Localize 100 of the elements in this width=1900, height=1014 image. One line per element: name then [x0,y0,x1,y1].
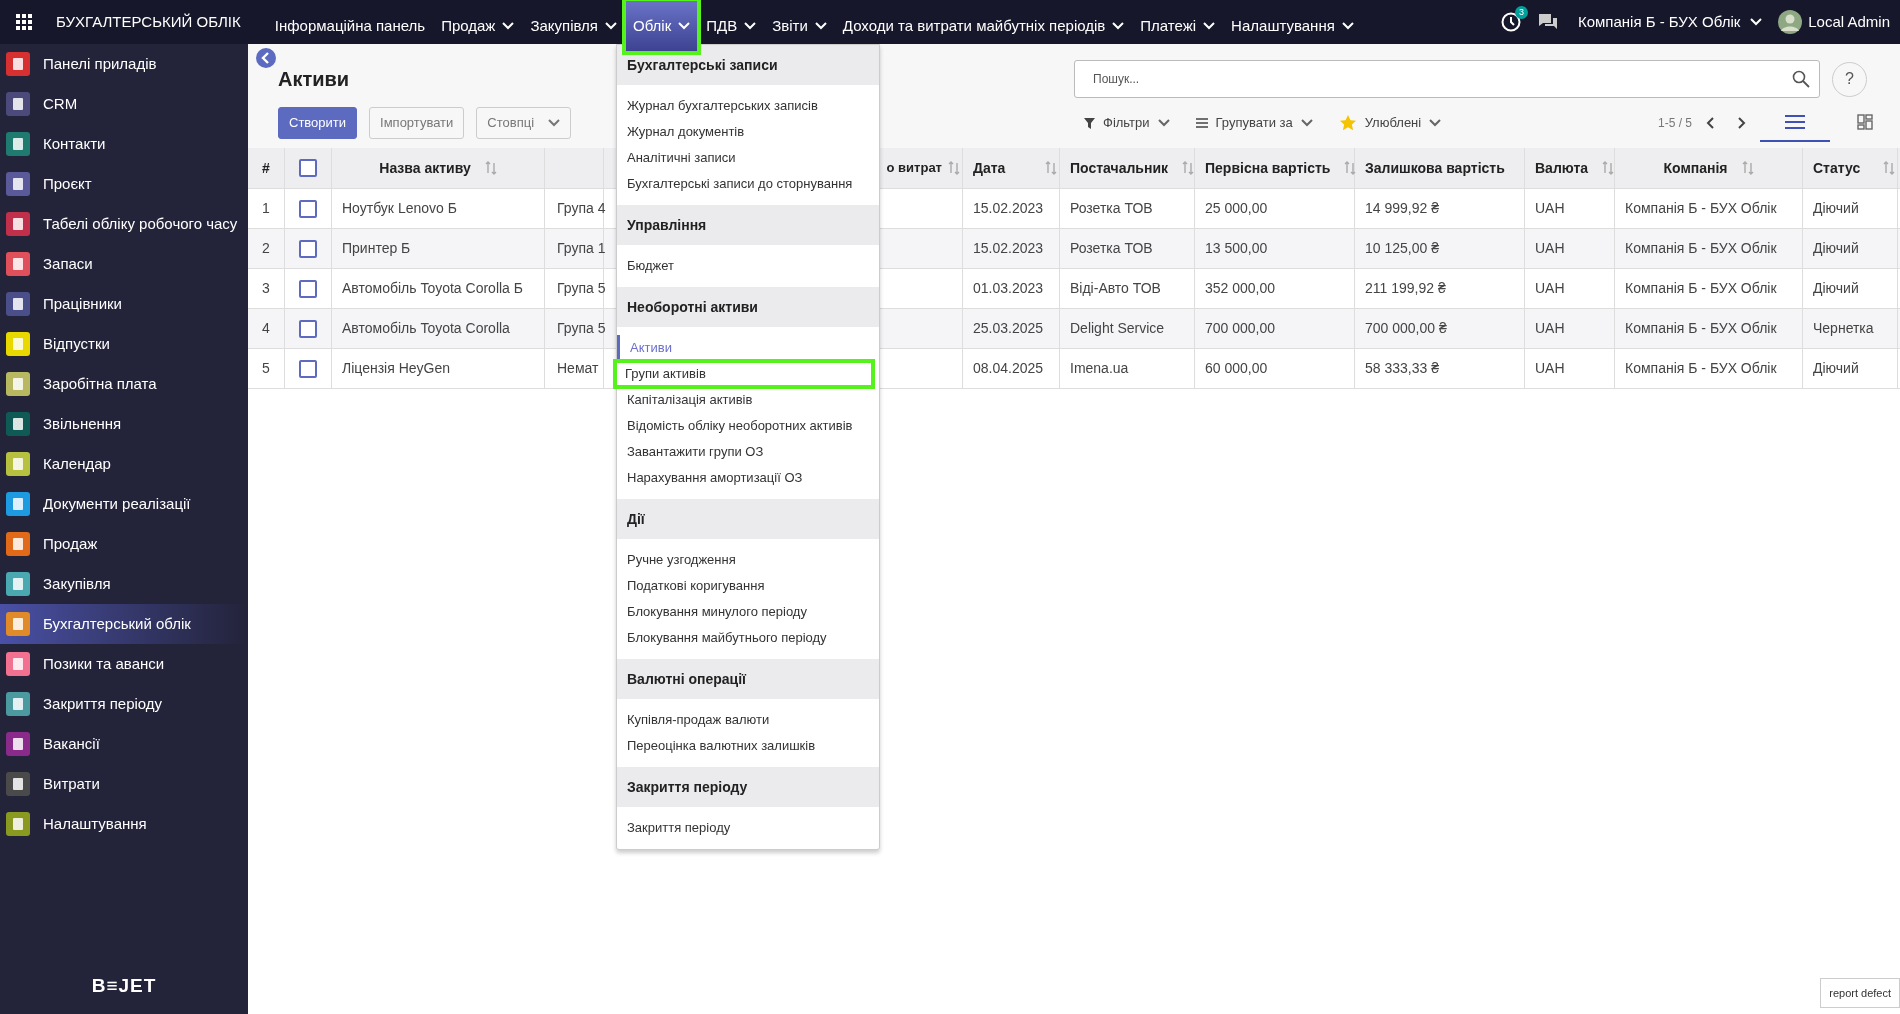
column-header[interactable]: Статус [1813,157,1861,179]
menu-item[interactable]: Журнал документів [617,119,879,145]
chevron-down-icon [1112,22,1125,30]
sidebar-item[interactable]: Вакансії [0,724,248,764]
table-cell-text: Компанія Б - БУХ Облік [1625,279,1777,298]
column-header[interactable]: Первісна вартість [1205,157,1331,179]
chat-icon[interactable] [1537,13,1558,31]
column-header[interactable]: Назва активу [379,157,471,179]
column-header[interactable]: Дата [973,157,1006,179]
column-header[interactable]: Постачальник [1070,157,1168,179]
menu-item[interactable]: Аналітичні записи [617,145,879,171]
sidebar-item[interactable]: Проєкт [0,164,248,204]
checkbox[interactable] [299,359,317,378]
menu-section-header: Валютні операції [617,659,879,699]
clock-icon[interactable] [1499,11,1522,33]
pager-text: 1-5 / 5 [1657,115,1692,132]
toolbar-button[interactable]: Стовпці [476,107,572,139]
chevron-left-icon[interactable] [1706,117,1714,129]
menu-item[interactable]: Капіталізація активів [617,387,879,413]
table-cell-text: Діючий [1813,239,1859,258]
app-grid-icon[interactable] [16,14,32,30]
star-icon [1338,114,1357,132]
checkbox[interactable] [299,319,317,338]
chevron-down-icon [678,22,691,30]
back-icon[interactable] [256,48,276,68]
toolbar-button[interactable]: Створити [278,107,358,139]
column-header[interactable]: о витрат [886,158,942,178]
search-icon[interactable] [1792,70,1810,88]
nav-menu-item[interactable]: Облік [625,0,699,52]
chevron-down-icon [1300,119,1313,127]
sidebar-item[interactable]: Звільнення [0,404,248,444]
sidebar-item[interactable]: Панелі приладів [0,44,248,84]
checkbox[interactable] [299,279,317,298]
menu-item[interactable]: Групи активів [615,361,873,387]
checkbox[interactable] [299,159,317,177]
menu-item[interactable]: Бюджет [617,253,879,279]
table-cell-text: 5 [262,359,270,378]
sidebar-item[interactable]: Працівники [0,284,248,324]
nav-menu-item[interactable]: Звіти [764,4,835,48]
sidebar-item[interactable]: Заробітна плата [0,364,248,404]
sidebar-item[interactable]: Календар [0,444,248,484]
table-cell-text: 13 500,00 [1205,239,1268,258]
menu-item[interactable]: Бухгалтерські записи до сторнування [617,171,879,197]
menu-item[interactable]: Блокування минулого періоду [617,599,879,625]
column-header[interactable]: # [262,157,270,179]
filter-menu-button[interactable]: Групувати за [1195,113,1313,133]
menu-item[interactable]: Нарахування амортизації ОЗ [617,465,879,491]
sidebar-item[interactable]: Закупівля [0,564,248,604]
table-cell-text: Діючий [1813,279,1859,298]
filter-menu-button[interactable]: Улюблені [1338,113,1442,133]
table-cell-text: Автомобіль Toyota Corolla Б [342,279,523,298]
checkbox[interactable] [299,239,317,258]
column-header[interactable]: Залишкова вартість [1365,157,1505,179]
menu-item[interactable]: Журнал бухгалтерських записів [617,93,879,119]
nav-menu-item[interactable]: ПДВ [698,4,765,48]
menu-item[interactable]: Податкові коригування [617,573,879,599]
sidebar-item[interactable]: Позики та аванси [0,644,248,684]
sidebar-item[interactable]: Запаси [0,244,248,284]
toolbar-button[interactable]: Імпортувати [369,107,465,139]
table-cell-text: 4 [262,319,270,338]
sidebar-item[interactable]: Витрати [0,764,248,804]
table-cell-text: 2 [262,239,270,258]
column-header[interactable]: Валюта [1535,157,1589,179]
sidebar-item[interactable]: Документи реалізації [0,484,248,524]
chevron-down-icon [1203,22,1216,30]
column-header[interactable]: Компанія [1663,157,1728,179]
menu-item[interactable]: Блокування майбутнього періоду [617,625,879,651]
menu-item[interactable]: Активи [617,335,879,361]
nav-menu-item[interactable]: Інформаційна панель [266,4,434,48]
nav-menu-item[interactable]: Доходи та витрати майбутніх періодів [834,4,1133,48]
nav-menu-item[interactable]: Налаштування [1223,4,1362,48]
menu-item[interactable]: Завантажити групи ОЗ [617,439,879,465]
user-menu[interactable]: Local Admin [1778,10,1890,34]
table-cell-text: 60 000,00 [1205,359,1268,378]
menu-item[interactable]: Відомість обліку необоротних активів [617,413,879,439]
nav-menu-item[interactable]: Платежі [1132,4,1224,48]
table-cell-text: Автомобіль Toyota Corolla [342,319,510,338]
sidebar-item[interactable]: Продаж [0,524,248,564]
checkbox[interactable] [299,199,317,218]
table-cell-text: Діючий [1813,359,1859,378]
filter-menu-button[interactable]: Фільтри [1084,113,1170,133]
table-cell-text: 352 000,00 [1205,279,1276,298]
chevron-right-icon[interactable] [1738,117,1746,129]
table-cell-text: Група 4 [557,199,606,218]
sidebar-item[interactable]: Налаштування [0,804,248,844]
report-defect-button[interactable]: report defect [1820,978,1900,1008]
sidebar-item[interactable]: Табелі обліку робочого часу [0,204,248,244]
sidebar-item[interactable]: Відпустки [0,324,248,364]
sidebar-item[interactable]: CRM [0,84,248,124]
search-field[interactable]: Пошук... [1074,60,1820,98]
nav-menu-item[interactable]: Закупівля [522,4,625,48]
nav-menu-item[interactable]: Продаж [433,4,523,48]
menu-item[interactable]: Закриття періоду [617,815,879,841]
sidebar-item[interactable]: Контакти [0,124,248,164]
company-switcher[interactable]: Компанія Б - БУХ Облік [1577,10,1763,34]
menu-item[interactable]: Переоцінка валютних залишків [617,733,879,759]
sidebar-item[interactable]: Закриття періоду [0,684,248,724]
menu-item[interactable]: Ручне узгодження [617,547,879,573]
menu-item[interactable]: Купівля-продаж валюти [617,707,879,733]
table-cell-text: UAH [1535,359,1565,378]
